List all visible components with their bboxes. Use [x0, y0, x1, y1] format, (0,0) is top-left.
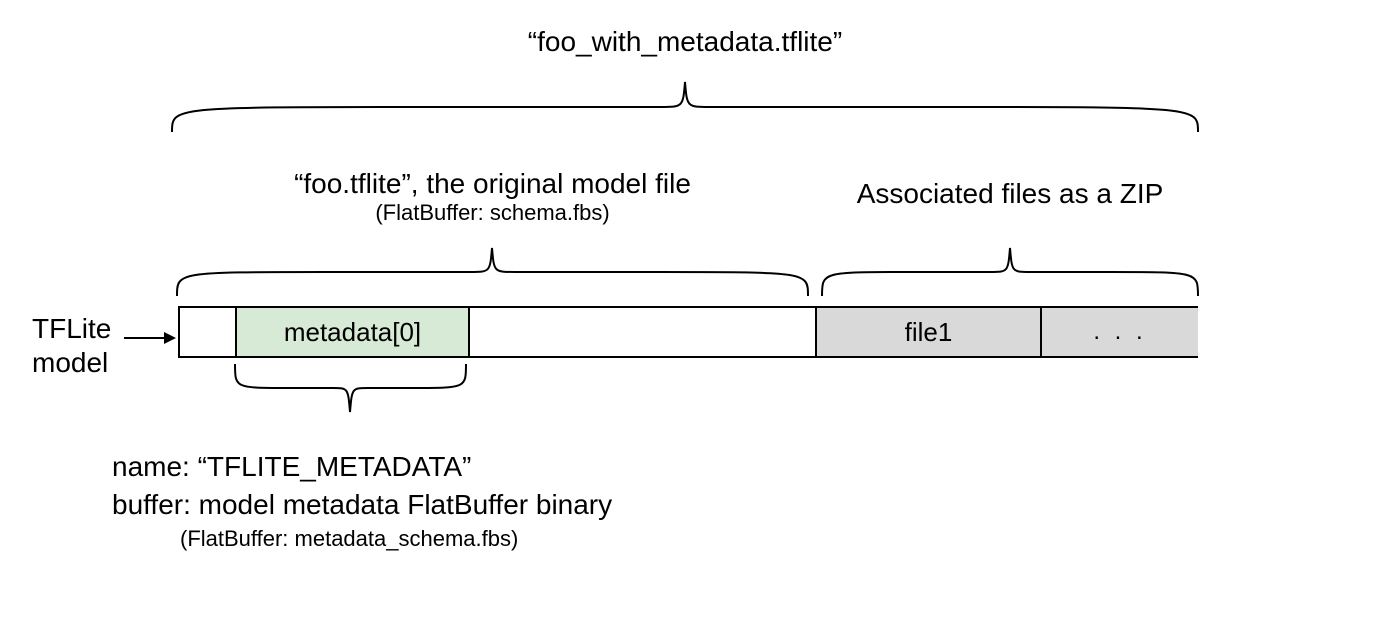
- tflite-model-label-line2: model: [32, 346, 111, 380]
- metadata-detail-buffer: buffer: model metadata FlatBuffer binary: [112, 486, 612, 524]
- brace-full: [170, 72, 1200, 134]
- brace-metadata: [233, 362, 468, 420]
- zip-label: Associated files as a ZIP: [820, 178, 1200, 210]
- metadata-detail-group: name: “TFLITE_METADATA” buffer: model me…: [112, 448, 612, 553]
- diagram-canvas: “foo_with_metadata.tflite” “foo.tflite”,…: [0, 0, 1382, 621]
- tflite-model-label-line1: TFLite: [32, 312, 111, 346]
- model-file-bar: metadata[0] file1 . . .: [178, 306, 1198, 358]
- bar-ellipsis-segment: . . .: [1040, 308, 1198, 356]
- bar-metadata-segment: metadata[0]: [235, 308, 470, 356]
- tflite-model-label: TFLite model: [32, 312, 111, 379]
- bar-metadata-text: metadata[0]: [284, 317, 421, 348]
- full-file-title: “foo_with_metadata.tflite”: [170, 26, 1200, 58]
- bar-ellipsis-text: . . .: [1093, 318, 1146, 346]
- bar-leading-segment: [180, 308, 235, 356]
- brace-zip: [820, 240, 1200, 298]
- original-file-label-group: “foo.tflite”, the original model file (F…: [175, 168, 810, 226]
- original-file-label: “foo.tflite”, the original model file: [175, 168, 810, 200]
- bar-file1-text: file1: [905, 317, 953, 348]
- original-file-schema-note: (FlatBuffer: schema.fbs): [175, 200, 810, 226]
- metadata-detail-schema-note: (FlatBuffer: metadata_schema.fbs): [180, 524, 612, 554]
- arrow-to-bar: [124, 328, 176, 348]
- metadata-detail-name: name: “TFLITE_METADATA”: [112, 448, 612, 486]
- bar-file1-segment: file1: [815, 308, 1040, 356]
- bar-original-rest-segment: [470, 308, 815, 356]
- brace-original: [175, 240, 810, 298]
